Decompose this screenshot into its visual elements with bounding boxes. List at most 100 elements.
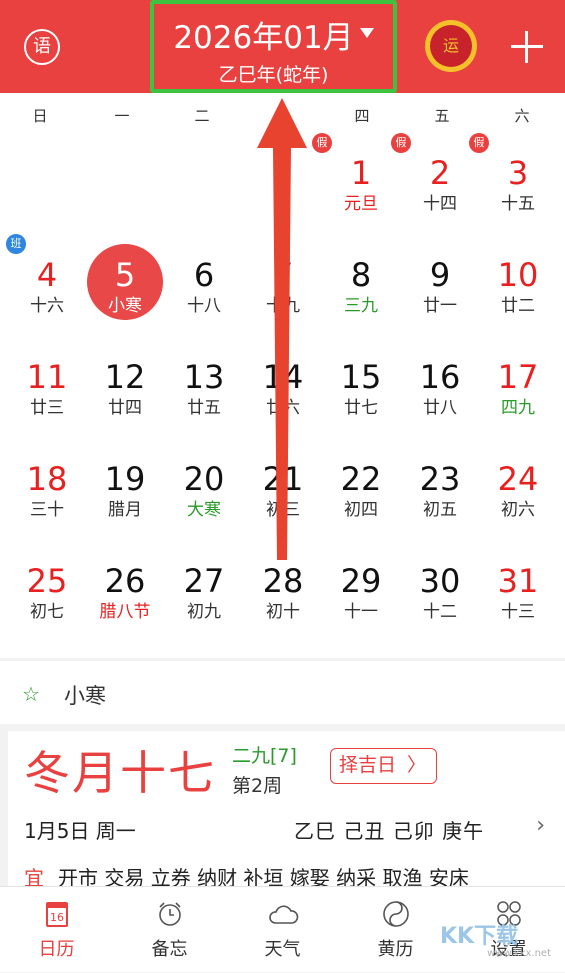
day-cell[interactable]: 15 廿七 bbox=[321, 343, 401, 445]
ganzhi-line[interactable]: 乙巳 己丑 己卯 庚午 bbox=[294, 815, 484, 844]
day-cell[interactable]: 14 廿六 bbox=[243, 343, 323, 445]
day-cell[interactable]: 9 廿一 bbox=[400, 241, 480, 343]
day-number: 5 bbox=[114, 256, 136, 294]
day-cell[interactable]: 7 十九 bbox=[243, 241, 323, 343]
solar-term-row[interactable]: ☆ 小寒 bbox=[0, 661, 565, 724]
day-number: 4 bbox=[36, 256, 58, 294]
day-number: 7 bbox=[272, 256, 294, 294]
day-cell[interactable]: 8 三九 bbox=[321, 241, 401, 343]
weekday-label: 五 bbox=[434, 107, 450, 125]
day-number: 28 bbox=[262, 562, 304, 600]
day-cell[interactable]: 28 初十 bbox=[243, 547, 323, 649]
caret-down-icon bbox=[359, 27, 374, 38]
tab-weather[interactable]: 天气 bbox=[226, 887, 339, 973]
day-cell[interactable]: 10 廿二 bbox=[478, 241, 558, 343]
day-number: 11 bbox=[26, 358, 68, 396]
day-cell[interactable]: 22 初四 bbox=[321, 445, 401, 547]
day-cell[interactable]: 17 四九 bbox=[478, 343, 558, 445]
day-cell[interactable]: 12 廿四 bbox=[85, 343, 165, 445]
day-number: 1 bbox=[350, 154, 372, 192]
lunar-label: 大寒 bbox=[187, 500, 221, 520]
week-number: 第2周 bbox=[232, 775, 283, 797]
lunar-label: 十五 bbox=[501, 194, 535, 214]
day-cell[interactable]: 29 十一 bbox=[321, 547, 401, 649]
workday-badge: 班 bbox=[6, 234, 26, 254]
lunar-label: 三九 bbox=[344, 296, 378, 316]
chevron-right-icon[interactable]: › bbox=[536, 813, 545, 838]
day-cell[interactable]: 2 十四 假 bbox=[391, 133, 480, 241]
day-cell[interactable]: 1 元旦 假 bbox=[312, 133, 401, 241]
add-icon[interactable] bbox=[511, 31, 543, 63]
lunar-label: 腊月 bbox=[108, 500, 142, 520]
svg-text:16: 16 bbox=[50, 911, 64, 924]
calendar-icon: 16 bbox=[46, 902, 68, 927]
day-cell[interactable]: 16 廿八 bbox=[400, 343, 480, 445]
weekday-label: 二 bbox=[194, 107, 210, 125]
day-cell[interactable]: 23 初五 bbox=[400, 445, 480, 547]
day-cell[interactable]: 20 大寒 bbox=[164, 445, 244, 547]
day-number: 17 bbox=[497, 358, 539, 396]
day-cell[interactable]: 4 十六 班 bbox=[6, 234, 87, 343]
day-cell[interactable]: 30 十二 bbox=[400, 547, 480, 649]
day-number: 14 bbox=[262, 358, 304, 396]
day-number: 24 bbox=[497, 460, 539, 498]
month-calendar: 日一二三四五六 1 元旦假 2 十四假 3 十五假 4 十六班 5 小寒 6 十八 7 十九 8 三九 9 廿一 1… bbox=[0, 93, 565, 658]
day-number: 15 bbox=[340, 358, 382, 396]
lunar-label: 廿七 bbox=[344, 398, 378, 418]
month-title: 2026年01月 bbox=[154, 12, 393, 57]
day-cell[interactable]: 27 初九 bbox=[164, 547, 244, 649]
day-cell[interactable]: 26 腊八节 bbox=[85, 547, 165, 649]
year-ganzhi: 乙巳年(蛇年) bbox=[218, 64, 329, 86]
lunar-label: 初四 bbox=[344, 500, 378, 520]
day-cell[interactable]: 6 十八 bbox=[164, 241, 244, 343]
lunar-label: 廿八 bbox=[423, 398, 457, 418]
choose-auspicious-day-button[interactable]: 择吉日〉 bbox=[330, 748, 437, 784]
day-cell[interactable]: 24 初六 bbox=[478, 445, 558, 547]
day-number: 20 bbox=[183, 460, 225, 498]
day-cell[interactable]: 25 初七 bbox=[7, 547, 87, 649]
language-button[interactable]: 语 bbox=[24, 29, 60, 65]
tab-calendar[interactable]: 16 日历 bbox=[0, 887, 113, 973]
lunar-label: 十八 bbox=[187, 296, 221, 316]
lunar-label: 十四 bbox=[423, 194, 457, 214]
lunar-label: 十二 bbox=[423, 602, 457, 622]
lunar-label: 廿二 bbox=[501, 296, 535, 316]
holiday-badge: 假 bbox=[312, 133, 332, 153]
lunar-label: 元旦 bbox=[344, 194, 378, 214]
day-number: 22 bbox=[340, 460, 382, 498]
day-cell[interactable]: 5 小寒 bbox=[85, 241, 165, 343]
site-watermark: KK下载 www.kkx.net bbox=[440, 924, 551, 959]
month-picker[interactable]: 2026年01月 乙巳年(蛇年) bbox=[150, 0, 397, 93]
star-icon[interactable]: ☆ bbox=[22, 682, 40, 706]
lunar-label: 三十 bbox=[30, 500, 64, 520]
alarm-clock-icon bbox=[159, 902, 181, 926]
day-number: 6 bbox=[193, 256, 215, 294]
day-number: 2 bbox=[429, 154, 451, 192]
cloud-icon bbox=[269, 905, 299, 924]
tab-almanac[interactable]: 黄历 bbox=[339, 887, 452, 973]
lunar-label: 腊八节 bbox=[99, 602, 151, 622]
day-cell[interactable]: 18 三十 bbox=[7, 445, 87, 547]
day-cell[interactable]: 3 十五 假 bbox=[469, 133, 558, 241]
lunar-label: 廿四 bbox=[108, 398, 142, 418]
holiday-badge: 假 bbox=[391, 133, 411, 153]
day-cell[interactable]: 13 廿五 bbox=[164, 343, 244, 445]
day-cell[interactable]: 31 十三 bbox=[478, 547, 558, 649]
jiu-tag: 二九[7] bbox=[232, 745, 297, 767]
day-number: 12 bbox=[104, 358, 146, 396]
lunar-label: 十九 bbox=[266, 296, 300, 316]
lunar-label: 初七 bbox=[30, 602, 64, 622]
day-number: 29 bbox=[340, 562, 382, 600]
lunar-label: 初十 bbox=[266, 602, 300, 622]
day-cell[interactable]: 11 廿三 bbox=[7, 343, 87, 445]
lunar-label: 初九 bbox=[187, 602, 221, 622]
lunar-label: 初三 bbox=[266, 500, 300, 520]
fortune-icon[interactable]: 运 bbox=[425, 20, 477, 72]
weekday-label: 一 bbox=[114, 107, 130, 125]
day-cell[interactable]: 19 腊月 bbox=[85, 445, 165, 547]
tab-memo[interactable]: 备忘 bbox=[113, 887, 226, 973]
day-number: 3 bbox=[507, 154, 529, 192]
lunar-label: 十一 bbox=[344, 602, 378, 622]
yinyang-icon bbox=[383, 901, 409, 927]
day-cell[interactable]: 21 初三 bbox=[243, 445, 323, 547]
